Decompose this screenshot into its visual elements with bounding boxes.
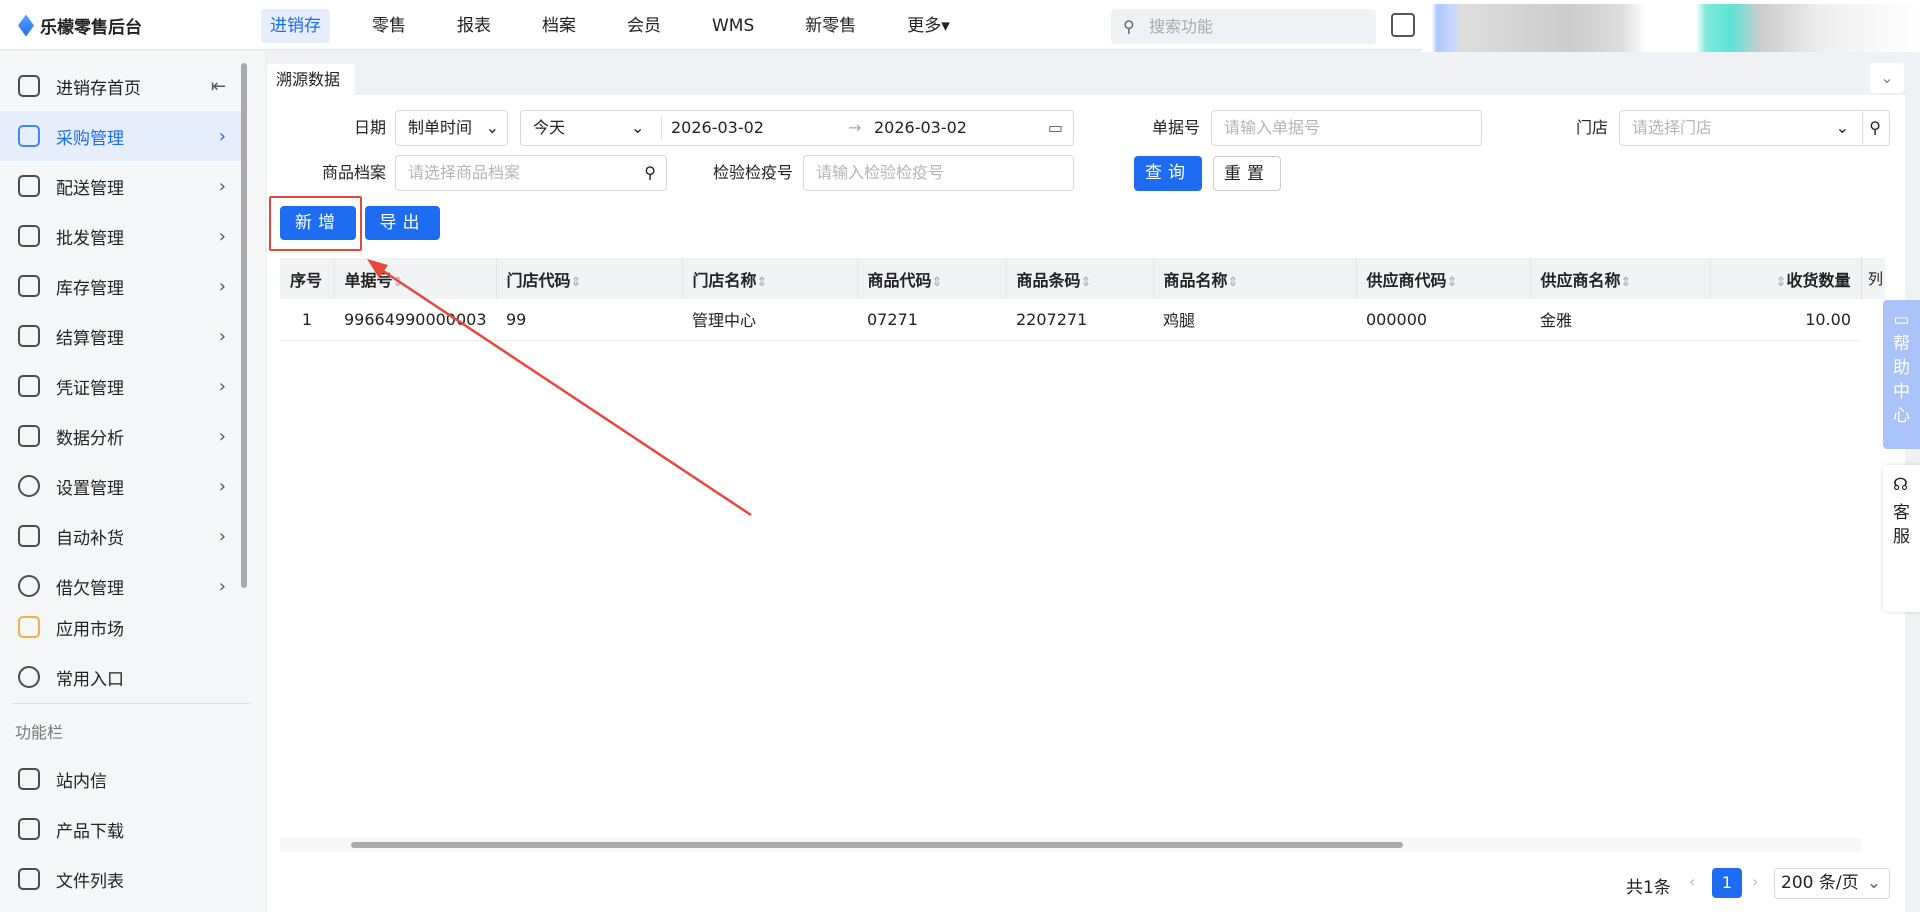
help-center-button[interactable]: ▭ 帮助中心 [1883,300,1920,449]
page-1-button[interactable]: 1 [1712,868,1742,898]
next-page-button[interactable]: › [1752,872,1758,891]
horizontal-scrollbar-thumb[interactable] [351,842,1403,848]
prev-page-button[interactable]: ‹ [1689,872,1695,891]
help-center-label: 帮助中心 [1893,334,1910,426]
headset-icon: ☊ [1893,475,1909,495]
page-size-value: 200 条/页 [1781,873,1859,893]
customer-service-label: 客服 [1893,503,1910,547]
total-count: 共1条 [1626,878,1671,898]
page-size-select[interactable]: 200 条/页 ⌄ [1774,868,1890,899]
chevron-down-icon: ⌄ [1866,873,1881,893]
customer-service-button[interactable]: ☊ 客服 [1883,465,1920,612]
chat-icon: ▭ [1893,310,1910,330]
annotation-arrow [367,259,752,517]
